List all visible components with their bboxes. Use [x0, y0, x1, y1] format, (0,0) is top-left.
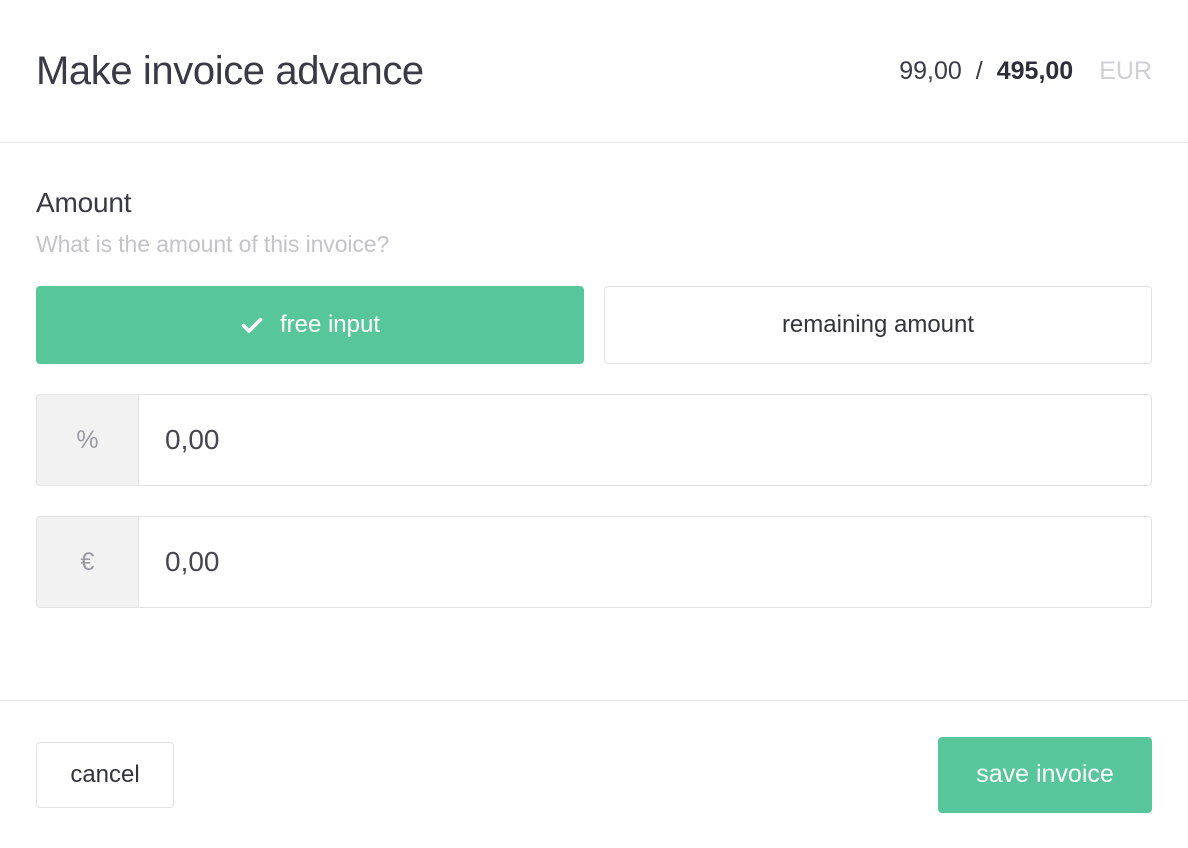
amount-section-heading: Amount — [36, 187, 132, 218]
amount-section-question: What is the amount of this invoice? — [36, 231, 390, 257]
euro-amount-input[interactable] — [138, 516, 1152, 608]
amount-separator: / — [975, 56, 983, 85]
header-amount-summary: 99,00 / 495,00 EUR — [899, 57, 1152, 86]
amount-mode-free-input-label: free input — [279, 311, 381, 338]
euro-input-group: € — [36, 516, 1152, 608]
save-invoice-button[interactable]: save invoice — [938, 736, 1152, 813]
percent-input-group: % — [36, 394, 1152, 486]
page-title: Make invoice advance — [36, 49, 424, 93]
dialog-body: Amount What is the amount of this invoic… — [0, 143, 1188, 700]
percent-symbol-addon: % — [36, 394, 138, 486]
amount-mode-remaining-amount-label: remaining amount — [781, 311, 975, 338]
cancel-button[interactable]: cancel — [36, 741, 174, 808]
amount-mode-free-input-button[interactable]: free input — [36, 286, 584, 364]
amount-total-value: 495,00 — [996, 56, 1074, 85]
make-invoice-advance-dialog: Make invoice advance 99,00 / 495,00 EUR … — [0, 0, 1188, 848]
euro-symbol-addon: € — [36, 516, 138, 608]
amount-paid-value: 99,00 — [899, 56, 962, 85]
percent-amount-input[interactable] — [138, 394, 1152, 486]
amount-mode-toggle-group: free input remaining amount — [36, 286, 1152, 364]
check-icon — [240, 313, 264, 337]
dialog-footer: cancel save invoice — [0, 700, 1188, 848]
dialog-header: Make invoice advance 99,00 / 495,00 EUR — [0, 0, 1188, 143]
currency-label: EUR — [1099, 56, 1152, 85]
amount-mode-remaining-amount-button[interactable]: remaining amount — [604, 286, 1152, 364]
